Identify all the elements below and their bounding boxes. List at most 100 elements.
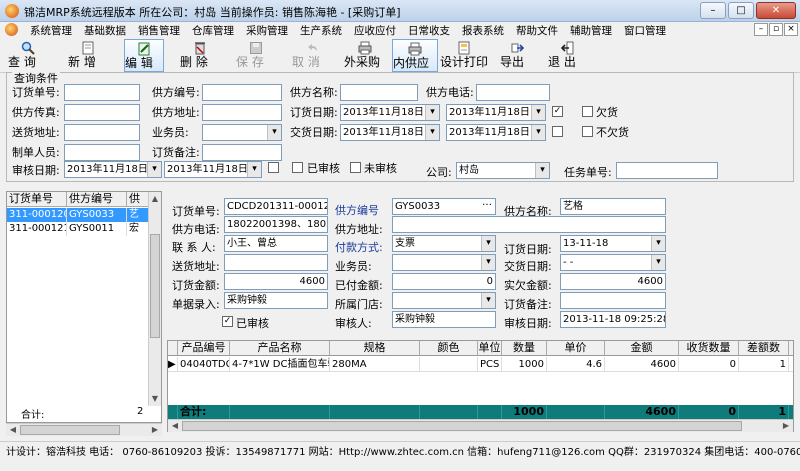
query-button[interactable]: 查 询	[8, 39, 48, 72]
external-purchase-button[interactable]: 外采购	[344, 39, 386, 72]
col-product-no[interactable]: 产品编号	[178, 341, 230, 355]
mdi-close-button[interactable]: ×	[784, 23, 798, 36]
col-vendor[interactable]: 供	[127, 192, 149, 206]
table-row[interactable]: ▶ 04040TDC 4-7*1W DC插面包车驱动 280MA PCS 100…	[168, 357, 793, 372]
delivery-date-to-picker[interactable]: 2013年11月18日	[446, 124, 546, 141]
maker-input[interactable]	[64, 144, 140, 161]
menu-reports[interactable]: 报表系统	[456, 23, 510, 38]
vendor-lookup-icon[interactable]: …	[482, 197, 492, 208]
detail-vendor-phone-field[interactable]: 18022001398、18022	[224, 216, 328, 233]
vendor-addr-input[interactable]	[202, 104, 282, 121]
delete-button[interactable]: 删 除	[180, 39, 220, 72]
detail-store-select[interactable]	[392, 292, 496, 309]
menu-sales[interactable]: 销售管理	[132, 23, 186, 38]
col-qty[interactable]: 数量	[502, 341, 547, 355]
detail-pay-select[interactable]: 支票	[392, 235, 496, 252]
detail-order-date-picker[interactable]: 13-11-18	[560, 235, 666, 252]
detail-audited-checkbox[interactable]: ✓	[222, 316, 233, 327]
menu-system[interactable]: 系统管理	[24, 23, 78, 38]
order-date-from-picker[interactable]: 2013年11月18日	[340, 104, 440, 121]
delivery-addr-input[interactable]	[64, 124, 140, 141]
task-no-input[interactable]	[616, 162, 718, 179]
col-vendor-no[interactable]: 供方编号	[67, 192, 127, 206]
not-owed-checkbox[interactable]	[582, 126, 593, 137]
detail-paid-field[interactable]: 0	[392, 273, 496, 290]
scroll-left-icon[interactable]: ◀	[169, 420, 181, 432]
detail-vendor-no-field[interactable]: GYS0033	[392, 198, 496, 215]
menu-daily[interactable]: 日常收支	[402, 23, 456, 38]
detail-delivery-date-picker[interactable]: - -	[560, 254, 666, 271]
scroll-right-icon[interactable]: ▶	[780, 420, 792, 432]
detail-entry-field[interactable]: 采购钟毅	[224, 292, 328, 309]
cancel-button[interactable]: 取 消	[292, 39, 332, 72]
order-date-to-picker[interactable]: 2013年11月18日	[446, 104, 546, 121]
hscroll-thumb[interactable]	[182, 421, 742, 431]
detail-vendor-no-label[interactable]: 供方编号	[335, 202, 379, 218]
audit-date-checkbox[interactable]	[268, 162, 279, 173]
save-button[interactable]: 保 存	[236, 39, 276, 72]
col-received[interactable]: 收货数量	[679, 341, 739, 355]
audit-date-from-picker[interactable]: 2013年11月18日	[64, 161, 162, 178]
col-unit[interactable]: 单位	[478, 341, 502, 355]
detail-amount-field[interactable]: 4600	[224, 273, 328, 290]
add-button[interactable]: 新 增	[68, 39, 108, 72]
menu-app-icon[interactable]	[5, 23, 18, 36]
menu-window[interactable]: 窗口管理	[618, 23, 672, 38]
menu-basic-data[interactable]: 基础数据	[78, 23, 132, 38]
audited-checkbox[interactable]	[292, 162, 303, 173]
detail-actual-field[interactable]: 4600	[560, 273, 666, 290]
company-select[interactable]: 村岛	[456, 162, 550, 179]
owed-checkbox[interactable]	[582, 106, 593, 117]
order-no-input[interactable]	[64, 84, 140, 101]
scroll-down-icon[interactable]: ▼	[149, 393, 161, 405]
close-button[interactable]: ✕	[756, 2, 796, 19]
menu-help[interactable]: 帮助文件	[510, 23, 564, 38]
detail-vendor-addr-field[interactable]	[392, 216, 666, 233]
maximize-button[interactable]: □	[728, 2, 754, 19]
salesman-select[interactable]	[202, 124, 282, 141]
scroll-up-icon[interactable]: ▲	[149, 193, 161, 205]
mdi-restore-button[interactable]: ▫	[769, 23, 783, 36]
menu-aux[interactable]: 辅助管理	[564, 23, 618, 38]
menu-production[interactable]: 生产系统	[294, 23, 348, 38]
date-checkbox[interactable]: ✓	[552, 106, 563, 117]
col-price[interactable]: 单价	[547, 341, 605, 355]
internal-supply-button[interactable]: 内供应	[392, 39, 438, 72]
delivery-date-checkbox[interactable]	[552, 126, 563, 137]
detail-delivery-addr-field[interactable]	[224, 254, 328, 271]
product-grid-hscroll[interactable]: ◀ ▶	[168, 419, 793, 432]
menu-warehouse[interactable]: 仓库管理	[186, 23, 240, 38]
not-audited-checkbox[interactable]	[350, 162, 361, 173]
detail-auditor-field[interactable]: 采购钟毅	[392, 311, 496, 328]
scroll-left-icon[interactable]: ◀	[7, 424, 19, 436]
mdi-minimize-button[interactable]: –	[754, 23, 768, 36]
detail-order-no-field[interactable]: CDCD201311-000120	[224, 198, 328, 215]
edit-button[interactable]: 编 辑	[124, 39, 164, 72]
col-amount[interactable]: 金额	[605, 341, 679, 355]
scroll-right-icon[interactable]: ▶	[149, 424, 161, 436]
delivery-date-from-picker[interactable]: 2013年11月18日	[340, 124, 440, 141]
hscroll-thumb[interactable]	[20, 425, 120, 435]
vendor-fax-input[interactable]	[64, 104, 140, 121]
vendor-name-input[interactable]	[340, 84, 418, 101]
detail-contact-field[interactable]: 小王、曾总	[224, 235, 328, 252]
detail-pay-label[interactable]: 付款方式:	[335, 239, 383, 255]
export-button[interactable]: 导出	[500, 39, 536, 72]
col-diff[interactable]: 差额数	[739, 341, 789, 355]
exit-button[interactable]: 退 出	[548, 39, 588, 72]
design-print-button[interactable]: 设计打印	[440, 39, 488, 72]
list-item[interactable]: 311-000121 GYS0011 宏	[7, 222, 149, 236]
col-color[interactable]: 颜色	[420, 341, 478, 355]
list-item[interactable]: 311-000120 GYS0033 艺	[7, 208, 149, 222]
order-list-hscroll[interactable]: ◀ ▶	[6, 423, 162, 436]
menu-purchase[interactable]: 采购管理	[240, 23, 294, 38]
scroll-thumb[interactable]	[150, 234, 160, 338]
col-order-no[interactable]: 订货单号	[7, 192, 67, 206]
vendor-phone-input[interactable]	[476, 84, 550, 101]
vendor-no-input[interactable]	[202, 84, 282, 101]
col-spec[interactable]: 规格	[330, 341, 420, 355]
col-product-name[interactable]: 产品名称	[230, 341, 330, 355]
detail-salesman-select[interactable]	[392, 254, 496, 271]
order-remark-input[interactable]	[202, 144, 282, 161]
order-list-vscroll[interactable]: ▲ ▼	[148, 192, 161, 406]
